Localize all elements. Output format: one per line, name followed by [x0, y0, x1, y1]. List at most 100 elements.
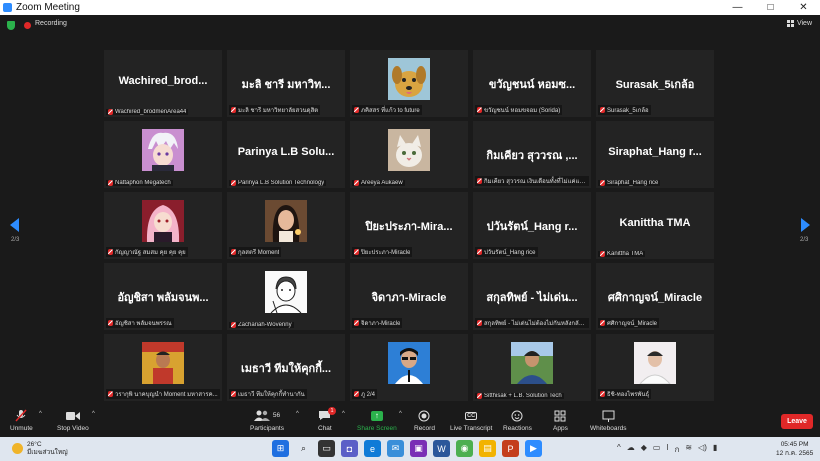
- muted-mic-icon: [108, 109, 113, 115]
- participant-name: ปิยะประภา-Miracle: [361, 250, 411, 256]
- record-icon: [418, 409, 430, 422]
- view-button[interactable]: View: [786, 20, 812, 27]
- muted-mic-icon: [477, 320, 482, 326]
- participant-tile[interactable]: ศศิกาญจน์_Miracle ศศิกาญจน์_Miracle: [596, 263, 714, 330]
- participant-tile[interactable]: มะลิ ชารี มหาวิท... มะลิ ชารี มหาวิทยาลัย…: [227, 50, 345, 117]
- participant-tile[interactable]: ปิยะประภา-Mira... ปิยะประภา-Miracle: [350, 192, 468, 259]
- edge-browser-icon[interactable]: e: [364, 440, 381, 457]
- word-icon[interactable]: W: [433, 440, 450, 457]
- participant-tile[interactable]: กุลสตรี Moment: [227, 192, 345, 259]
- battery-icon[interactable]: ▮: [713, 443, 717, 456]
- share-screen-button[interactable]: ↑ Share Screen: [357, 409, 397, 432]
- participant-tile[interactable]: ขวัญชนน์ หอมซ... ขวัญชนน์ หอมขจอม (Sorida…: [473, 50, 591, 117]
- taskbar-clock[interactable]: 05:45 PM 12 ก.ค. 2565: [776, 440, 813, 458]
- participant-tile[interactable]: กิมเคียว สุววรณ ,... กิมเคียว สุววรณ เงิน…: [473, 121, 591, 188]
- view-label: View: [796, 20, 812, 27]
- file-explorer-icon[interactable]: ▤: [479, 440, 496, 457]
- participant-tile[interactable]: เมธาวี ทีมให้คุกกี้... เมธาวี ทีมให้คุกกี…: [227, 334, 345, 401]
- reactions-button[interactable]: Reactions: [503, 409, 532, 432]
- participant-tile[interactable]: Nattaphon Megatech: [104, 121, 222, 188]
- participant-tile[interactable]: Parinya L.B Solu... Parinya L.B Solution …: [227, 121, 345, 188]
- participant-display-name: Wachired_brod...: [118, 75, 208, 87]
- apps-button[interactable]: Apps: [553, 409, 568, 432]
- participant-tile[interactable]: ภู 2/4: [350, 334, 468, 401]
- zoom-tray-icon[interactable]: ▭: [653, 443, 661, 456]
- participant-name: อัญชิสา พลัมจนพรรณ: [115, 321, 172, 327]
- stop-video-button[interactable]: Stop Video: [57, 409, 89, 432]
- participant-tile[interactable]: จิดาภา-Miracle จิดาภา-Miracle: [350, 263, 468, 330]
- search-icon[interactable]: ⌕: [295, 440, 312, 457]
- video-options-caret-icon[interactable]: ^: [92, 411, 95, 417]
- whiteboards-button[interactable]: Whiteboards: [590, 409, 627, 432]
- window-titlebar: Zoom Meeting — □ ✕: [0, 0, 820, 15]
- audio-options-caret-icon[interactable]: ^: [39, 411, 42, 417]
- participant-display-name: Parinya L.B Solu...: [237, 146, 335, 158]
- whiteboard-icon: [602, 409, 615, 422]
- minimize-button[interactable]: —: [721, 0, 754, 15]
- next-page-arrow-icon[interactable]: [801, 218, 810, 232]
- participant-tile[interactable]: กัญญาณัฐ สมสม คุย คุย คุย: [104, 192, 222, 259]
- participant-tile[interactable]: ปวันรัตน์_Hang r... ปวันรัตน์_Hang rice: [473, 192, 591, 259]
- participant-video: [265, 271, 307, 313]
- participant-display-name: จิดาภา-Miracle: [371, 292, 447, 304]
- participant-name: กิมเคียว สุววรณ เงินเดือนทั้งที่ไม่แค่แท…: [484, 179, 587, 185]
- powerpoint-icon[interactable]: P: [502, 440, 519, 457]
- leave-button[interactable]: Leave: [781, 414, 813, 429]
- photos-app-icon[interactable]: ▣: [410, 440, 427, 457]
- zoom-taskbar-icon[interactable]: ▶: [525, 440, 542, 457]
- task-view-icon[interactable]: ▭: [318, 440, 335, 457]
- participant-name: ศศิกาญจน์_Miracle: [607, 321, 658, 327]
- muted-mic-icon: [477, 393, 482, 399]
- participant-name-label: Sitthisak + L.B. Solution Tech: [475, 393, 564, 399]
- tray-chevron-icon[interactable]: ^: [617, 443, 621, 456]
- share-caret-icon[interactable]: ^: [399, 411, 402, 417]
- participant-tile[interactable]: Siraphat_Hang r... Siraphat_Hang rice: [596, 121, 714, 188]
- participants-button[interactable]: 56 Participants: [250, 409, 284, 432]
- mail-icon[interactable]: ✉: [387, 440, 404, 457]
- maximize-button[interactable]: □: [754, 0, 787, 15]
- participant-tile[interactable]: ภคิสสร ที่แก้ว to future: [350, 50, 468, 117]
- chrome-browser-icon[interactable]: ◉: [456, 440, 473, 457]
- share-screen-icon: ↑: [370, 410, 383, 421]
- participant-video: [142, 200, 184, 242]
- participant-tile[interactable]: Areeya Aukaew: [350, 121, 468, 188]
- participant-tile[interactable]: วรากุพิ นาคบุญนำ Moment มหาสารค...: [104, 334, 222, 401]
- participant-tile[interactable]: Wachired_brod... Wachired_brodmenArea44: [104, 50, 222, 117]
- muted-mic-icon: [600, 320, 605, 326]
- participant-name: มะลิ ชารี มหาวิทยาลัยสวนดุสิต: [238, 108, 319, 114]
- participant-name: กุลสตรี Moment: [238, 250, 280, 256]
- participant-name: Kanittha TMA: [607, 251, 644, 257]
- volume-icon[interactable]: ◁): [698, 443, 707, 456]
- weather-widget[interactable]: 26°C มีเมฆส่วนใหญ่: [12, 441, 68, 457]
- participant-tile[interactable]: Kanittha TMA Kanittha TMA: [596, 192, 714, 259]
- mic-tray-icon[interactable]: ǀ: [666, 443, 668, 456]
- unmute-button[interactable]: Unmute: [10, 409, 33, 432]
- participant-tile[interactable]: อัญชิสา พลัมจนพ... อัญชิสา พลัมจนพรรณ: [104, 263, 222, 330]
- previous-page-arrow-icon[interactable]: [10, 218, 19, 232]
- wifi-icon[interactable]: ≋: [685, 443, 692, 456]
- participants-caret-icon[interactable]: ^: [296, 411, 299, 417]
- participant-name-label: ภคิสสร ที่แก้ว to future: [352, 105, 422, 115]
- participant-name: กัญญาณัฐ สมสม คุย คุย คุย: [115, 250, 186, 256]
- muted-mic-icon: [108, 249, 113, 255]
- live-transcript-button[interactable]: CC Live Transcript: [450, 409, 492, 432]
- participant-name: ขวัญชนน์ หอมขจอม (Sorida): [484, 108, 561, 114]
- record-button[interactable]: Record: [414, 409, 435, 432]
- onedrive-icon[interactable]: ☁: [627, 443, 635, 456]
- participant-tile[interactable]: ธิชิ-ทองไพรพันธุ์: [596, 334, 714, 401]
- participant-name-label: Surasak_5เกล้อ: [598, 105, 651, 115]
- participant-tile[interactable]: สกุลทิพย์ - ไม่เด่น... สกุลทิพย์ - ไม่เด่…: [473, 263, 591, 330]
- participant-tile[interactable]: Sitthisak + L.B. Solution Tech: [473, 334, 591, 401]
- muted-mic-icon: [477, 178, 482, 184]
- security-shield-icon[interactable]: [7, 21, 15, 30]
- dropbox-icon[interactable]: ◆: [641, 443, 647, 456]
- teams-chat-icon[interactable]: ◘: [341, 440, 358, 457]
- participant-tile[interactable]: Zachariah-Wovenny: [227, 263, 345, 330]
- chat-caret-icon[interactable]: ^: [342, 411, 345, 417]
- participant-name: Nattaphon Megatech: [115, 180, 171, 186]
- participant-tile[interactable]: Surasak_5เกล้อ Surasak_5เกล้อ: [596, 50, 714, 117]
- language-icon[interactable]: ก: [675, 443, 680, 456]
- windows-start-icon[interactable]: ⊞: [272, 440, 289, 457]
- recording-label[interactable]: Recording: [35, 20, 67, 27]
- close-button[interactable]: ✕: [787, 0, 820, 15]
